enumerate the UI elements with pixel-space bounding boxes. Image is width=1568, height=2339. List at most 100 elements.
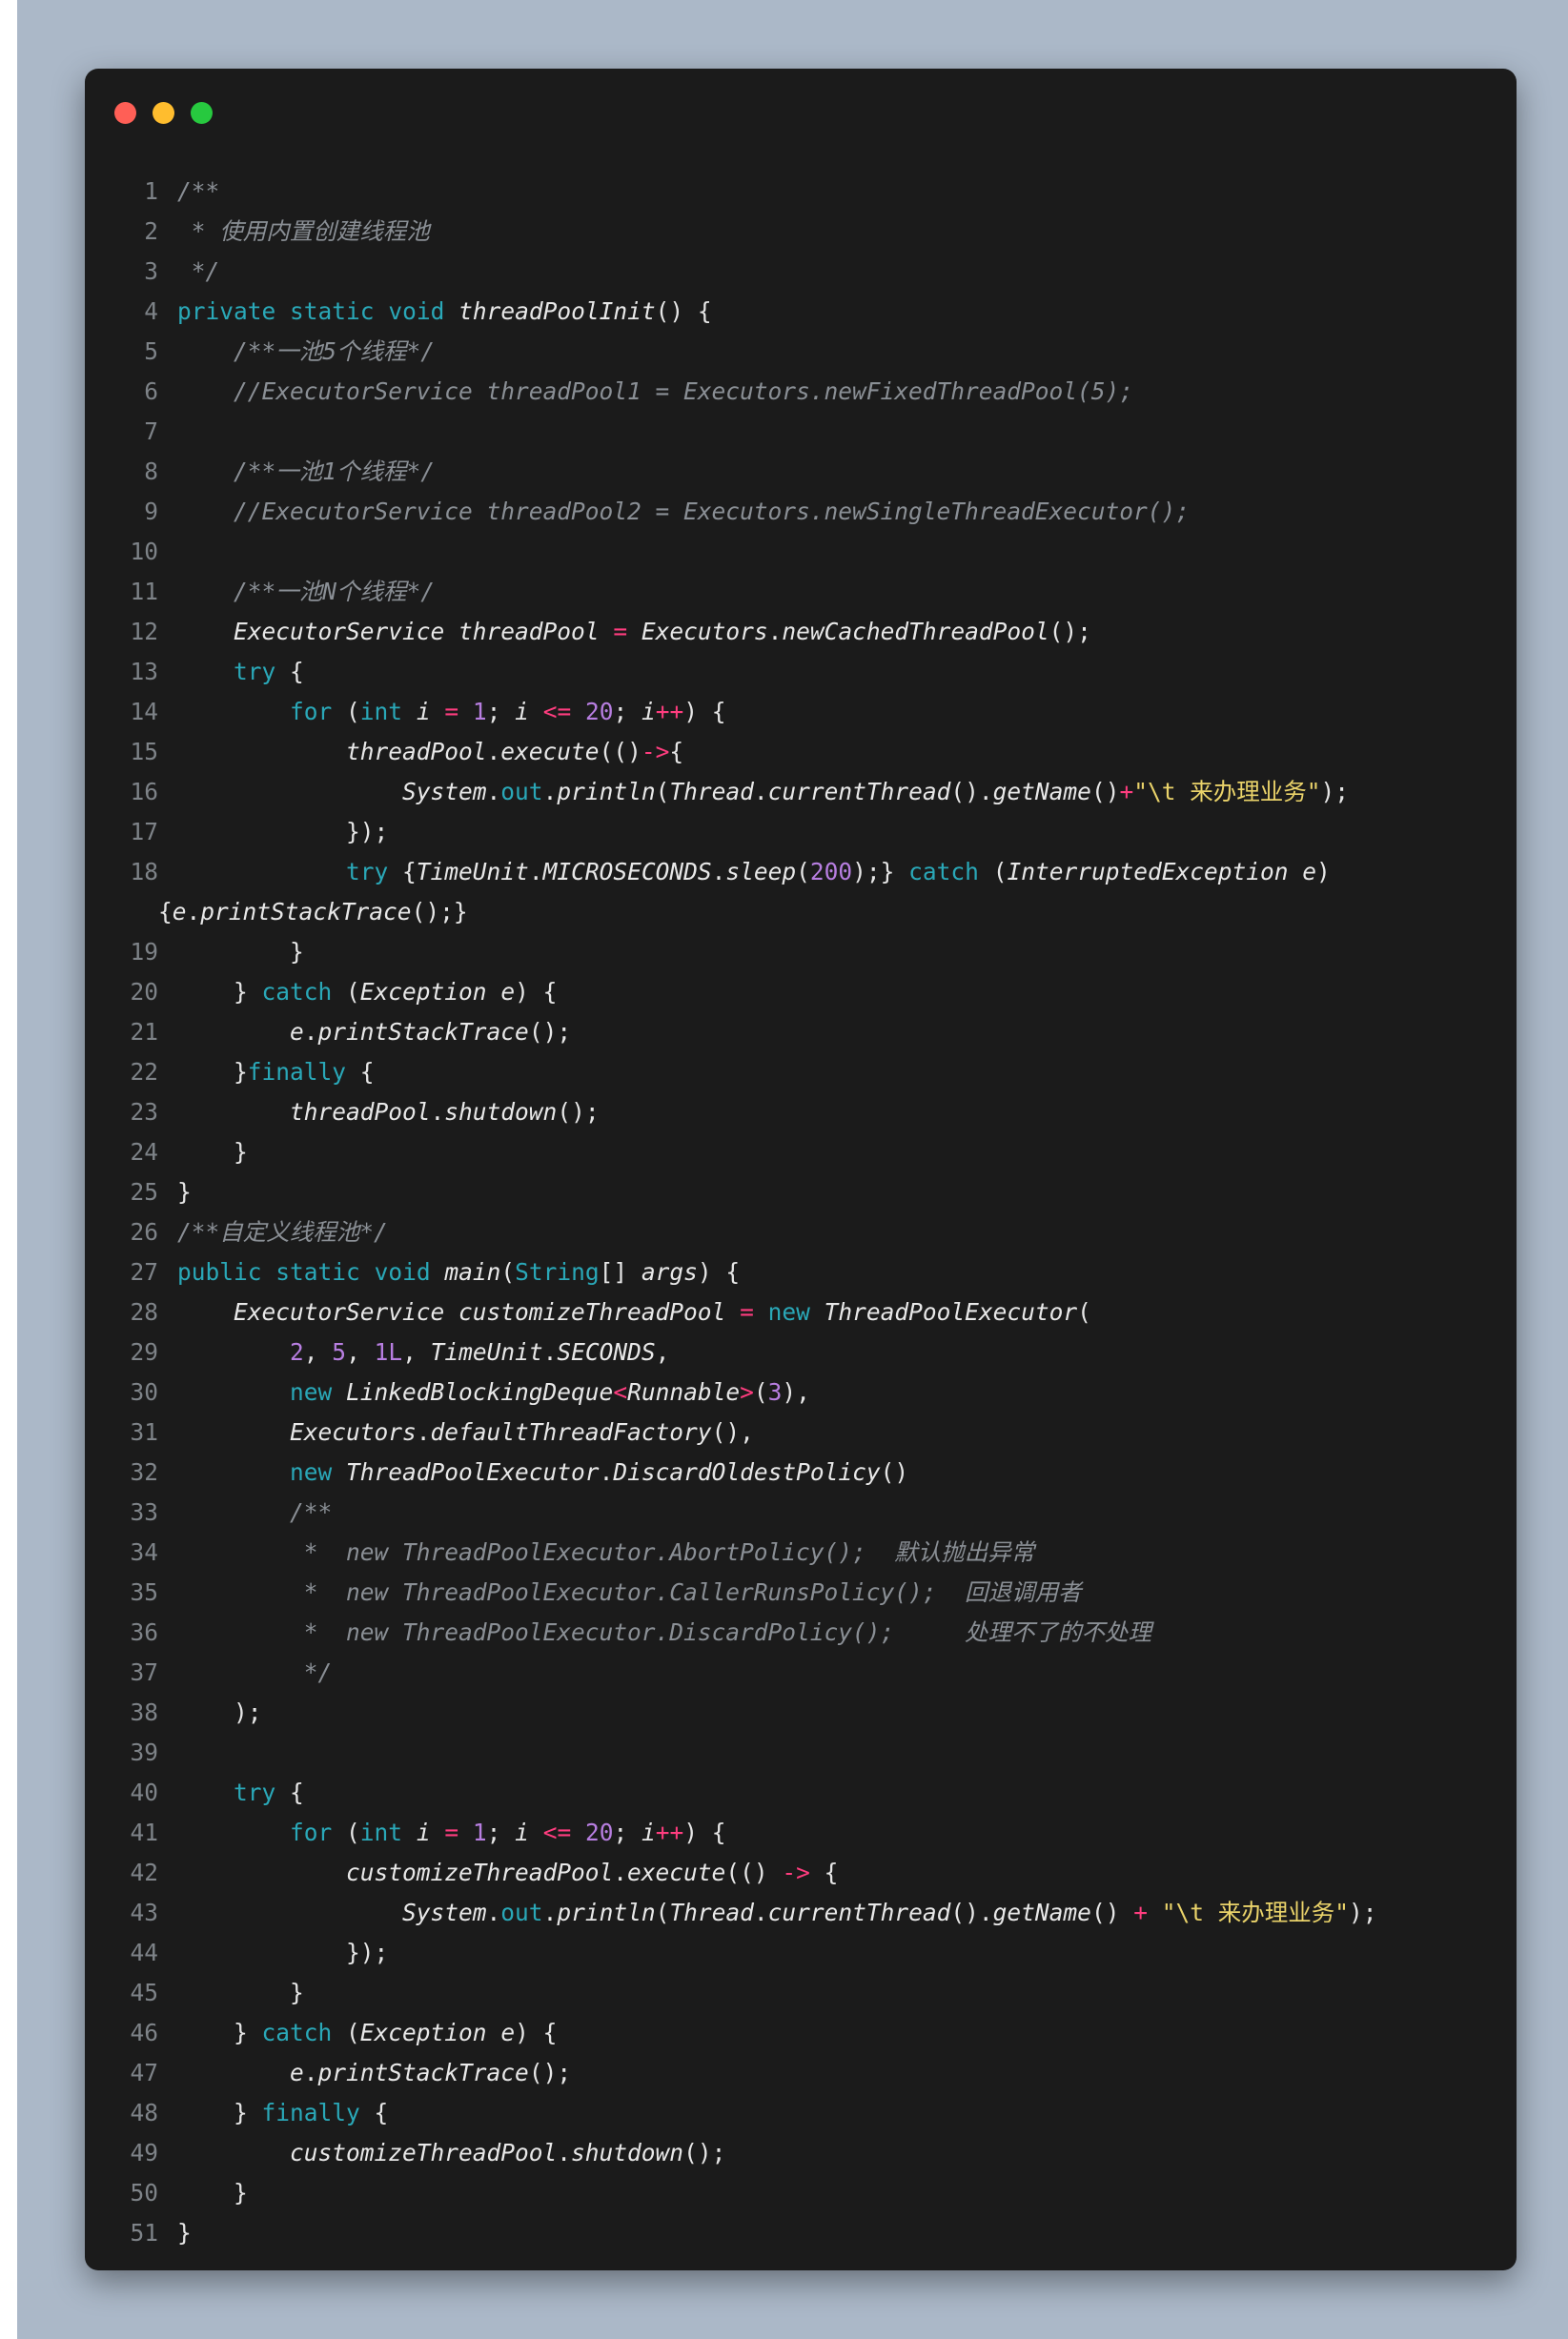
code-token: <= bbox=[542, 698, 572, 725]
code-token: main bbox=[444, 1258, 501, 1286]
code-token: { bbox=[275, 658, 304, 685]
code-token: ; bbox=[486, 698, 516, 725]
code-token: { bbox=[158, 898, 173, 925]
line-source: customizeThreadPool.shutdown(); bbox=[177, 2133, 725, 2173]
code-token: TimeUnit bbox=[430, 1338, 543, 1366]
code-token: [] bbox=[599, 1258, 641, 1286]
line-source: new LinkedBlockingDeque<Runnable>(3), bbox=[177, 1373, 810, 1413]
code-token: . bbox=[753, 1899, 768, 1926]
line-number: 51 bbox=[130, 2219, 158, 2247]
code-line: 38 ); bbox=[85, 1693, 1517, 1733]
code-editor[interactable]: 1/** 2 * 使用内置创建线程池 3 */4 private static voi… bbox=[85, 172, 1517, 2253]
code-token: printStackTrace bbox=[317, 1018, 529, 1046]
line-number: 26 bbox=[130, 1218, 158, 1246]
line-source: threadPool.execute(()->{ bbox=[177, 732, 683, 772]
line-source: //ExecutorService threadPool2 = Executor… bbox=[177, 492, 1190, 532]
line-source: /**一池1个线程*/ bbox=[177, 452, 435, 492]
minimize-dot-icon[interactable] bbox=[153, 102, 174, 124]
code-token: currentThread bbox=[767, 1899, 951, 1926]
code-line: 1 /** bbox=[85, 172, 1517, 212]
code-token: MICROSECONDS bbox=[542, 858, 712, 885]
code-line: 5 /**一池5个线程*/ bbox=[85, 332, 1517, 372]
code-line: 24 } bbox=[85, 1132, 1517, 1172]
code-token: threadPool bbox=[346, 738, 487, 765]
line-source: */ bbox=[177, 252, 220, 292]
code-line: 2 * 使用内置创建线程池 bbox=[85, 212, 1517, 252]
code-token: Thread bbox=[669, 778, 754, 805]
line-number: 42 bbox=[130, 1859, 158, 1886]
line-source: 2, 5, 1L, TimeUnit.SECONDS, bbox=[177, 1332, 669, 1373]
line-source: ); bbox=[177, 1693, 262, 1733]
code-token: (); bbox=[528, 2059, 572, 2086]
code-token: 1L bbox=[374, 1338, 403, 1366]
code-token: Exception bbox=[359, 2019, 487, 2046]
code-token: 2 bbox=[290, 1338, 304, 1366]
code-token: void bbox=[388, 297, 445, 325]
code-token: { bbox=[388, 858, 417, 885]
code-token: Executors bbox=[290, 1418, 417, 1446]
code-token: 5 bbox=[332, 1338, 347, 1366]
line-source: try { bbox=[177, 1773, 304, 1813]
code-token: = bbox=[613, 618, 628, 645]
code-token: { bbox=[346, 1058, 375, 1086]
line-source: /** bbox=[177, 1493, 332, 1533]
line-number: 15 bbox=[130, 738, 158, 765]
code-token: printStackTrace bbox=[317, 2059, 529, 2086]
line-source: try {TimeUnit.MICROSECONDS.sleep(200);} … bbox=[158, 852, 1502, 932]
code-token: }); bbox=[177, 818, 389, 845]
line-source: }); bbox=[177, 1933, 388, 1973]
code-token: getName bbox=[992, 1899, 1091, 1926]
line-number: 25 bbox=[130, 1178, 158, 1206]
code-token: defaultThreadFactory bbox=[430, 1418, 712, 1446]
code-token: out bbox=[500, 778, 543, 805]
code-token: () bbox=[880, 1458, 909, 1486]
code-token: ; bbox=[613, 698, 642, 725]
code-token: = bbox=[740, 1298, 754, 1326]
code-token: ( bbox=[655, 1899, 670, 1926]
line-number: 33 bbox=[130, 1498, 158, 1526]
code-line: 3 */ bbox=[85, 252, 1517, 292]
code-line: 36 * new ThreadPoolExecutor.DiscardPolic… bbox=[85, 1613, 1517, 1653]
line-number: 17 bbox=[130, 818, 158, 845]
code-token: } bbox=[177, 1979, 304, 2006]
line-source: ExecutorService threadPool = Executors.n… bbox=[177, 612, 1091, 652]
code-line: 33 /** bbox=[85, 1493, 1517, 1533]
code-token: out bbox=[500, 1899, 543, 1926]
code-token: } bbox=[177, 1058, 248, 1086]
code-line: 35 * new ThreadPoolExecutor.CallerRunsPo… bbox=[85, 1573, 1517, 1613]
code-token: . bbox=[542, 1899, 558, 1926]
code-token: "\t 来办理业务" bbox=[1161, 1899, 1349, 1926]
code-token: ; bbox=[486, 1819, 516, 1846]
line-source: ExecutorService customizeThreadPool = ne… bbox=[177, 1292, 1091, 1332]
code-token: /** bbox=[177, 177, 220, 205]
code-token: new bbox=[767, 1298, 810, 1326]
code-token: e bbox=[290, 1018, 304, 1046]
line-source: threadPool.shutdown(); bbox=[177, 1092, 600, 1132]
code-window: 1/** 2 * 使用内置创建线程池 3 */4 private static voi… bbox=[85, 69, 1517, 2270]
line-number: 4 bbox=[144, 297, 158, 325]
code-token: , bbox=[402, 1338, 431, 1366]
code-token: { bbox=[359, 2099, 389, 2126]
maximize-dot-icon[interactable] bbox=[191, 102, 213, 124]
line-source: } bbox=[177, 2173, 248, 2213]
code-token: 3 bbox=[767, 1378, 783, 1406]
code-token: threadPool bbox=[458, 618, 600, 645]
code-token: + bbox=[1119, 778, 1134, 805]
code-token: threadPoolInit bbox=[458, 297, 656, 325]
line-number: 46 bbox=[130, 2019, 158, 2046]
close-dot-icon[interactable] bbox=[114, 102, 136, 124]
line-source: for (int i = 1; i <= 20; i++) { bbox=[177, 1813, 726, 1853]
code-token: args bbox=[641, 1258, 698, 1286]
